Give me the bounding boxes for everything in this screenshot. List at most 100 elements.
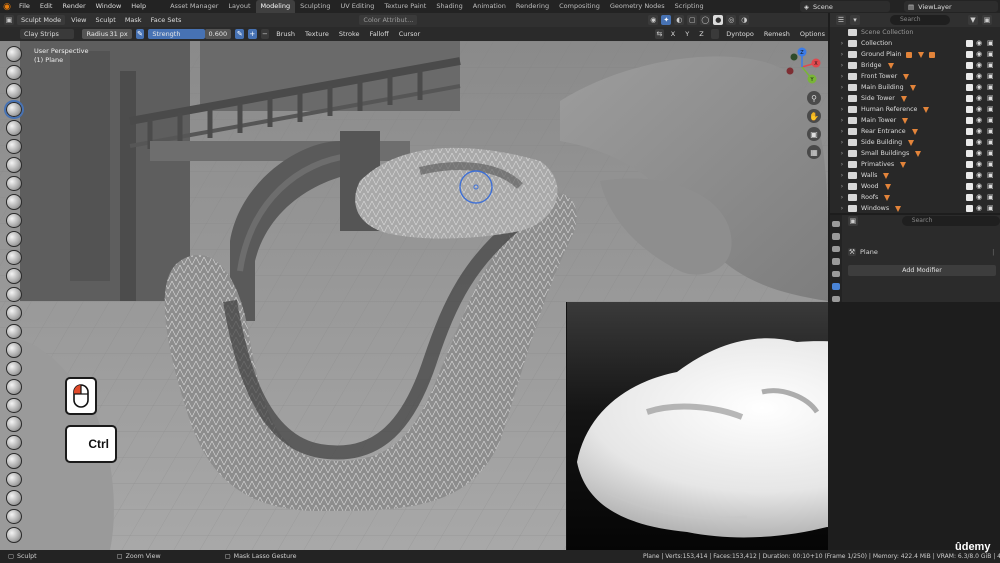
strength-value-field[interactable]: 0.600: [204, 29, 232, 39]
exclude-checkbox[interactable]: [966, 73, 973, 80]
draw-sharp-brush-icon[interactable]: [6, 64, 22, 80]
dyntopo-checkbox[interactable]: [710, 29, 720, 39]
pinch-brush-icon[interactable]: [6, 305, 22, 321]
menu-edit[interactable]: Edit: [35, 0, 58, 13]
eye-icon[interactable]: ◉: [976, 139, 984, 146]
tab-uv-editing[interactable]: UV Editing: [335, 0, 379, 13]
eye-icon[interactable]: ◉: [976, 117, 984, 124]
chevron-right-icon[interactable]: ›: [838, 161, 846, 168]
exclude-checkbox[interactable]: [966, 150, 973, 157]
multiplane-scrape-brush-icon[interactable]: [6, 286, 22, 302]
exclude-checkbox[interactable]: [966, 161, 973, 168]
grab-brush-icon[interactable]: [6, 323, 22, 339]
eye-icon[interactable]: ◉: [976, 150, 984, 157]
eye-icon[interactable]: ◉: [976, 62, 984, 69]
exclude-checkbox[interactable]: [966, 172, 973, 179]
add-modifier-button[interactable]: Add Modifier: [848, 265, 996, 276]
tab-sculpting[interactable]: Sculpting: [295, 0, 335, 13]
dyntopo-menu[interactable]: Dyntopo: [723, 29, 757, 39]
gizmo-toggle-icon[interactable]: ✦: [661, 15, 672, 25]
overlay-toggle-icon[interactable]: ◐: [674, 15, 685, 25]
chevron-right-icon[interactable]: ›: [838, 183, 846, 190]
chevron-right-icon[interactable]: ›: [838, 139, 846, 146]
menu-mask[interactable]: Mask: [122, 15, 145, 25]
eye-icon[interactable]: ◉: [976, 128, 984, 135]
stroke-menu[interactable]: Stroke: [336, 29, 363, 39]
outliner-item-rear-entrance[interactable]: › Rear Entrance ◉ ▣: [830, 126, 1000, 137]
pan-hand-icon[interactable]: ✋: [807, 109, 821, 123]
chevron-right-icon[interactable]: ›: [838, 150, 846, 157]
camera-icon[interactable]: ▣: [987, 73, 995, 80]
camera-icon[interactable]: ▣: [987, 139, 995, 146]
eye-icon[interactable]: ◉: [976, 106, 984, 113]
camera-icon[interactable]: ▣: [987, 161, 995, 168]
camera-icon[interactable]: ▣: [987, 40, 995, 47]
display-mode-icon[interactable]: ▾: [850, 15, 860, 25]
blender-logo-icon[interactable]: ◉: [0, 0, 14, 13]
snake-hook-brush-icon[interactable]: [6, 360, 22, 376]
camera-icon[interactable]: ▣: [987, 172, 995, 179]
outliner-item-primatives[interactable]: › Primatives ◉ ▣: [830, 159, 1000, 170]
eye-icon[interactable]: ◉: [976, 95, 984, 102]
material-shading-icon[interactable]: ◎: [726, 15, 737, 25]
draw-brush-icon[interactable]: [6, 46, 22, 62]
exclude-checkbox[interactable]: [966, 106, 973, 113]
eye-icon[interactable]: ◉: [976, 161, 984, 168]
menu-view[interactable]: View: [68, 15, 89, 25]
tab-layout[interactable]: Layout: [223, 0, 255, 13]
inflate-brush-icon[interactable]: [6, 157, 22, 173]
axis-x-toggle[interactable]: X: [668, 29, 678, 39]
tab-geometry-nodes[interactable]: Geometry Nodes: [605, 0, 670, 13]
menu-face-sets[interactable]: Face Sets: [148, 15, 185, 25]
output-tab-icon[interactable]: [832, 245, 840, 253]
tab-shading[interactable]: Shading: [431, 0, 467, 13]
exclude-checkbox[interactable]: [966, 128, 973, 135]
scene-tab-icon[interactable]: [832, 270, 840, 278]
outliner-item-roofs[interactable]: › Roofs ◉ ▣: [830, 192, 1000, 203]
exclude-checkbox[interactable]: [966, 95, 973, 102]
menu-render[interactable]: Render: [57, 0, 90, 13]
modifier-tab-icon[interactable]: [832, 283, 840, 290]
tab-rendering[interactable]: Rendering: [511, 0, 554, 13]
tab-compositing[interactable]: Compositing: [554, 0, 605, 13]
eye-icon[interactable]: ◉: [976, 40, 984, 47]
exclude-checkbox[interactable]: [966, 194, 973, 201]
wireframe-shading-icon[interactable]: ◯: [700, 15, 711, 25]
fill-brush-icon[interactable]: [6, 249, 22, 265]
perspective-toggle-icon[interactable]: ▦: [807, 145, 821, 159]
menu-sculpt[interactable]: Sculpt: [93, 15, 119, 25]
strength-field[interactable]: Strength: [148, 29, 205, 39]
rendered-shading-icon[interactable]: ◑: [739, 15, 750, 25]
camera-icon[interactable]: ▣: [987, 106, 995, 113]
chevron-right-icon[interactable]: ›: [838, 117, 846, 124]
pose-brush-icon[interactable]: [6, 397, 22, 413]
cursor-menu[interactable]: Cursor: [396, 29, 423, 39]
simplify-brush-icon[interactable]: [6, 508, 22, 524]
eye-icon[interactable]: ◉: [976, 183, 984, 190]
chevron-right-icon[interactable]: ›: [838, 51, 846, 58]
menu-file[interactable]: File: [14, 0, 35, 13]
camera-icon[interactable]: ▣: [987, 95, 995, 102]
pin-icon[interactable]: ❘: [991, 248, 996, 256]
direction-subtract-icon[interactable]: −: [260, 29, 270, 39]
chevron-right-icon[interactable]: ›: [838, 73, 846, 80]
strength-pressure-icon[interactable]: ✎: [235, 29, 245, 39]
radius-field[interactable]: Radius 31 px: [82, 29, 132, 39]
symmetry-icon[interactable]: ⇆: [655, 29, 664, 39]
exclude-checkbox[interactable]: [966, 84, 973, 91]
cloth-brush-icon[interactable]: [6, 490, 22, 506]
clay-brush-icon[interactable]: [6, 83, 22, 99]
menu-help[interactable]: Help: [126, 0, 151, 13]
nudge-brush-icon[interactable]: [6, 416, 22, 432]
tab-modeling[interactable]: Modeling: [255, 0, 296, 13]
chevron-right-icon[interactable]: ›: [838, 106, 846, 113]
tab-asset-manager[interactable]: Asset Manager: [165, 0, 223, 13]
eye-icon[interactable]: ◉: [976, 51, 984, 58]
outliner-item-side-tower[interactable]: › Side Tower ◉ ▣: [830, 93, 1000, 104]
chevron-right-icon[interactable]: ›: [838, 172, 846, 179]
properties-editor-icon[interactable]: ▣: [848, 216, 858, 226]
outliner-root[interactable]: Scene Collection: [830, 27, 1000, 38]
chevron-right-icon[interactable]: ›: [838, 40, 846, 47]
camera-icon[interactable]: ▣: [987, 205, 995, 212]
exclude-checkbox[interactable]: [966, 40, 973, 47]
